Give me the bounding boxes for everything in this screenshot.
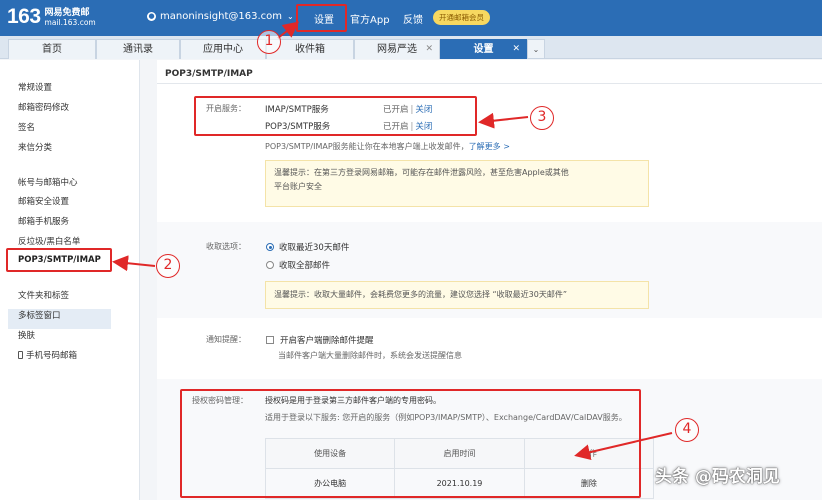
annotation-number-4: 4 [675,418,699,442]
annotation-number-3: 3 [530,106,554,130]
watermark: 头条 @码农洞见 [655,467,780,487]
annotation-arrows [112,21,673,461]
annotation-number-2: 2 [156,254,180,278]
annotation-number-1: 1 [257,30,281,54]
